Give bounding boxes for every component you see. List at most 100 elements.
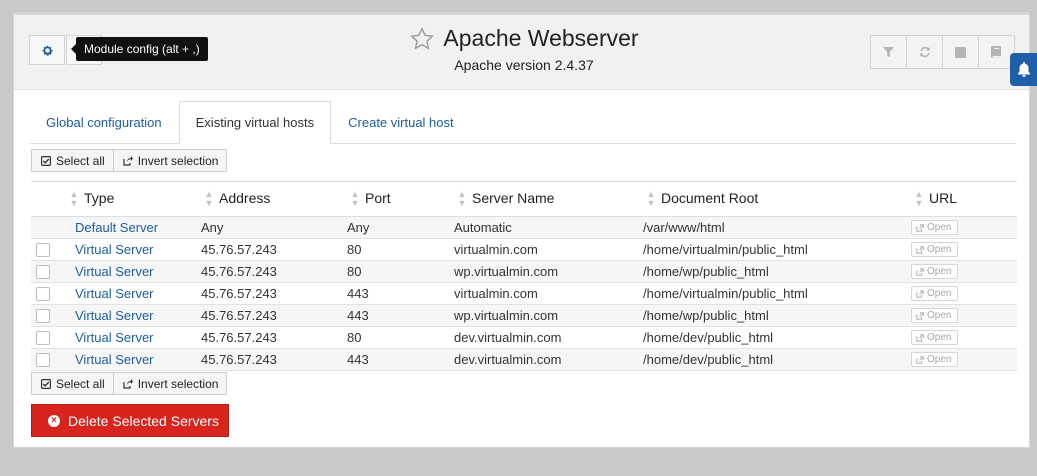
address-cell: 45.76.57.243 [201,260,347,283]
document-root-cell: /home/virtualmin/public_html [643,282,911,305]
table-row: Virtual Server 45.76.57.243 443 virtualm… [31,282,1017,305]
virtual-hosts-table: ▲ ▼ Type ▲ ▼ Address ▲ ▼ Port ▲ ▼ Server Name ▲ ▼… [31,181,1017,371]
server-name-cell: wp.virtualmin.com [454,260,643,283]
port-cell: Any [347,216,454,239]
select-all-button[interactable]: Select all [31,149,114,172]
row-checkbox[interactable] [36,287,50,302]
select-all-label: Select all [56,376,105,391]
row-checkbox[interactable] [36,243,50,258]
open-url-button[interactable]: Open [911,352,959,368]
server-type-link[interactable]: Virtual Server [75,330,154,345]
port-cell: 80 [347,238,454,261]
tab-create-virtual-host[interactable]: Create virtual host [331,101,471,143]
star-icon[interactable] [409,26,435,52]
notifications-button[interactable] [1010,53,1037,86]
row-checkbox[interactable] [36,331,50,346]
refresh-icon [919,46,930,58]
document-root-cell: /home/virtualmin/public_html [643,238,911,261]
table-row: Default Server Any Any Automatic /var/ww… [31,216,1017,239]
invert-selection-button[interactable]: Invert selection [112,149,228,172]
server-name-cell: wp.virtualmin.com [454,304,643,327]
invert-selection-button[interactable]: Invert selection [112,372,228,395]
server-name-cell: dev.virtualmin.com [454,348,643,371]
column-header-address[interactable]: ▲ ▼ Address [201,181,347,217]
delete-selected-servers-button[interactable]: × Delete Selected Servers [31,404,229,437]
server-type-link[interactable]: Virtual Server [75,264,154,279]
open-url-button[interactable]: Open [911,308,959,324]
row-checkbox[interactable] [36,265,50,280]
external-link-icon [916,334,924,342]
open-url-button[interactable]: Open [911,220,959,236]
open-url-button[interactable]: Open [911,242,959,258]
open-url-button[interactable]: Open [911,330,959,346]
column-header-server-name[interactable]: ▲ ▼ Server Name [454,181,643,217]
port-cell: 443 [347,282,454,305]
share-icon [123,378,133,389]
document-root-cell: /home/dev/public_html [643,326,911,349]
external-link-icon [916,290,924,298]
invert-selection-label: Invert selection [137,153,219,168]
document-root-cell: /var/www/html [643,216,911,239]
server-name-cell: virtualmin.com [454,238,643,261]
table-row: Virtual Server 45.76.57.243 80 dev.virtu… [31,326,1017,349]
server-type-link[interactable]: Virtual Server [75,242,154,257]
table-row: Virtual Server 45.76.57.243 80 wp.virtua… [31,260,1017,283]
document-root-cell: /home/dev/public_html [643,348,911,371]
port-cell: 80 [347,260,454,283]
stop-button[interactable] [942,35,979,69]
times-circle-icon: × [48,414,60,427]
page-title: Apache Webserver [443,25,639,51]
server-type-link[interactable]: Virtual Server [75,286,154,301]
share-icon [123,155,133,166]
check-square-icon [41,155,51,166]
delete-selected-label: Delete Selected Servers [68,412,219,429]
port-cell: 443 [347,348,454,371]
stop-icon [955,46,966,58]
address-cell: 45.76.57.243 [201,348,347,371]
address-cell: 45.76.57.243 [201,304,347,327]
refresh-button[interactable] [906,35,943,69]
server-type-link[interactable]: Virtual Server [75,308,154,323]
main-panel: Module config (alt + ,) Apache Webserver… [13,12,1030,448]
tab-existing-virtual-hosts[interactable]: Existing virtual hosts [178,101,332,144]
tooltip: Module config (alt + ,) [71,37,208,61]
port-cell: 80 [347,326,454,349]
selection-toolbar-bottom: Select all Invert selection [31,372,228,395]
external-link-icon [916,312,924,320]
module-config-button[interactable] [29,35,65,65]
column-header-url[interactable]: ▲ ▼ URL [911,181,1017,217]
document-root-cell: /home/wp/public_html [643,304,911,327]
toolbar-right [870,35,1015,69]
column-header-type[interactable]: ▲ ▼ Type [70,181,201,217]
title-block: Apache Webserver Apache version 2.4.37 [394,25,654,73]
row-checkbox[interactable] [36,353,50,368]
open-url-button[interactable]: Open [911,286,959,302]
tab-global-configuration[interactable]: Global configuration [29,101,179,143]
check-square-icon [41,378,51,389]
table-header-row: ▲ ▼ Type ▲ ▼ Address ▲ ▼ Port ▲ ▼ Server Name ▲ ▼… [31,181,1017,217]
invert-selection-label: Invert selection [137,376,219,391]
table-row: Virtual Server 45.76.57.243 443 dev.virt… [31,348,1017,371]
external-link-icon [916,246,924,254]
tab-bar: Global configuration Existing virtual ho… [29,101,1016,144]
book-icon [991,46,1001,58]
row-checkbox[interactable] [36,309,50,324]
address-cell: Any [201,216,347,239]
open-url-button[interactable]: Open [911,264,959,280]
column-header-port[interactable]: ▲ ▼ Port [347,181,454,217]
server-type-link[interactable]: Virtual Server [75,352,154,367]
external-link-icon [916,224,924,232]
row-checkbox-cell-empty [31,216,75,239]
select-all-button[interactable]: Select all [31,372,114,395]
column-header-document-root[interactable]: ▲ ▼ Document Root [643,181,911,217]
document-root-cell: /home/wp/public_html [643,260,911,283]
server-name-cell: virtualmin.com [454,282,643,305]
bell-icon [1017,62,1030,77]
port-cell: 443 [347,304,454,327]
gear-icon [42,45,53,56]
table-row: Virtual Server 45.76.57.243 443 wp.virtu… [31,304,1017,327]
server-type-link[interactable]: Default Server [75,220,158,235]
selection-toolbar-top: Select all Invert selection [31,149,228,172]
filter-button[interactable] [870,35,907,69]
header-bar: Module config (alt + ,) Apache Webserver… [14,15,1029,90]
